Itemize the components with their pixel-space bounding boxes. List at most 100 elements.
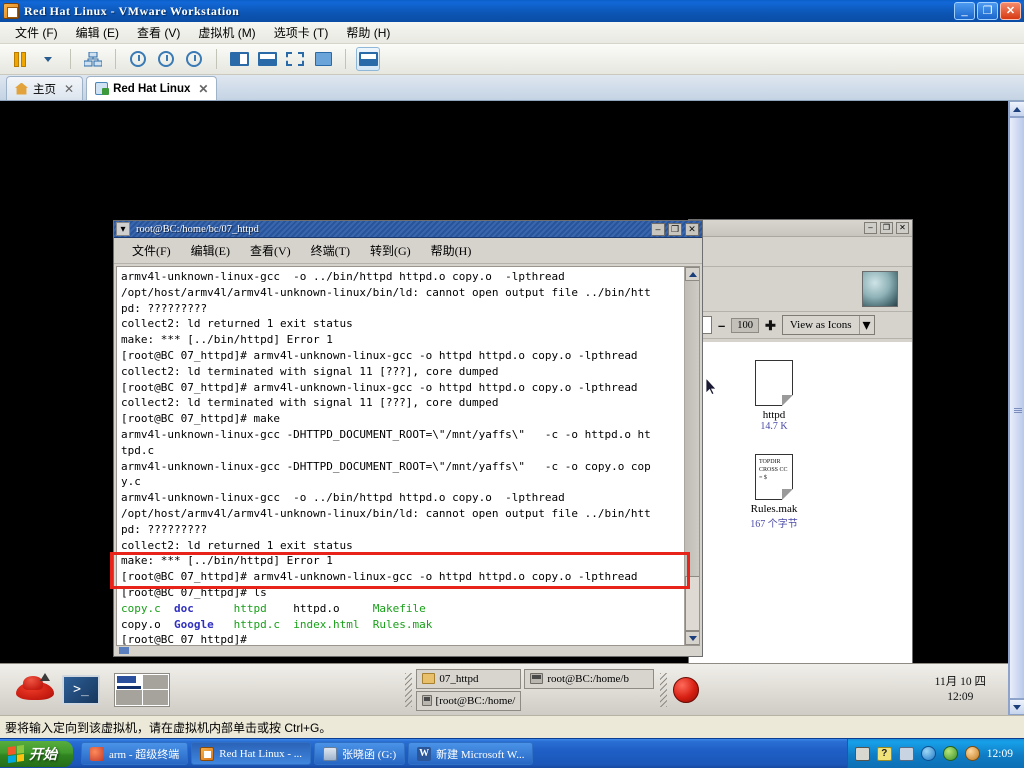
chevron-down-icon[interactable]: ▾ bbox=[858, 316, 874, 334]
help-icon[interactable]: ? bbox=[876, 746, 892, 761]
terminal-menu-view[interactable]: 查看(V) bbox=[240, 240, 301, 261]
network-icon[interactable] bbox=[898, 746, 914, 761]
gnome-panel: >_ 07_httpd root@BC:/home/b [root@BC:/ho… bbox=[0, 663, 1008, 715]
menu-tabs[interactable]: 选项卡 (T) bbox=[265, 22, 338, 43]
messenger-icon[interactable] bbox=[964, 746, 980, 761]
suspend-button[interactable] bbox=[8, 47, 32, 71]
fm-close-button[interactable]: ✕ bbox=[896, 222, 909, 234]
console-toggle-button[interactable] bbox=[356, 47, 380, 71]
terminal-maximize-button[interactable]: ❐ bbox=[668, 222, 682, 236]
take-snapshot-button[interactable] bbox=[126, 47, 150, 71]
show-console-view-button[interactable] bbox=[255, 47, 279, 71]
terminal-line: tpd.c bbox=[121, 443, 155, 457]
menu-vm[interactable]: 虚拟机 (M) bbox=[189, 22, 264, 43]
close-button[interactable]: ✕ bbox=[1000, 2, 1021, 20]
terminal-scrollbar[interactable] bbox=[684, 267, 699, 645]
revert-snapshot-button[interactable] bbox=[154, 47, 178, 71]
menu-edit[interactable]: 编辑 (E) bbox=[67, 22, 128, 43]
terminal-scroll-down-button[interactable] bbox=[685, 631, 699, 645]
taskbar-item-vmware[interactable]: Red Hat Linux - ... bbox=[191, 742, 312, 765]
zoom-in-button[interactable]: ✚ bbox=[765, 319, 776, 332]
terminal-line: [root@BC 07_httpd]# armv4l-unknown-linux… bbox=[121, 380, 638, 394]
power-dropdown-button[interactable] bbox=[36, 47, 60, 71]
taskbar-item-word[interactable]: W 新建 Microsoft W... bbox=[408, 742, 534, 765]
terminal-resize-grip[interactable] bbox=[119, 647, 129, 654]
minimize-button[interactable]: _ bbox=[954, 2, 975, 20]
zoom-out-button[interactable]: – bbox=[718, 319, 725, 332]
vm-guest-screen[interactable]: – ❐ ✕ – 100 ✚ View as Icons ▾ httpd 14.7… bbox=[0, 101, 1008, 715]
terminal-launcher-button[interactable]: >_ bbox=[62, 674, 100, 705]
workspace-1[interactable] bbox=[116, 674, 142, 689]
terminal-icon bbox=[530, 673, 544, 684]
terminal-close-button[interactable]: ✕ bbox=[685, 222, 699, 236]
ls-entry: Rules.mak bbox=[372, 617, 433, 631]
terminal-scroll-up-button[interactable] bbox=[685, 267, 699, 281]
mouse-cursor bbox=[706, 378, 717, 395]
tab-redhat-close-icon[interactable]: ✕ bbox=[198, 82, 208, 96]
fm-minimize-button[interactable]: – bbox=[864, 222, 877, 234]
terminal-window-footer bbox=[116, 646, 700, 655]
unity-button[interactable] bbox=[311, 47, 335, 71]
terminal-menu-edit[interactable]: 编辑(E) bbox=[181, 240, 240, 261]
volume-icon[interactable] bbox=[942, 746, 958, 761]
terminal-line: /opt/host/armv4l/armv4l-unknown-linux/bi… bbox=[121, 285, 651, 299]
window-item-root-home-b[interactable]: root@BC:/home/b bbox=[524, 668, 655, 689]
workspace-4[interactable] bbox=[142, 690, 168, 705]
taskbar-clock[interactable]: 12:09 bbox=[987, 748, 1017, 760]
file-item-rules-mak[interactable]: TOPDIR CROSS CC = $ Rules.mak 167 个字节 bbox=[731, 454, 817, 530]
restore-button[interactable]: ❐ bbox=[977, 2, 998, 20]
fm-maximize-button[interactable]: ❐ bbox=[880, 222, 893, 234]
terminal-menu-terminal[interactable]: 终端(T) bbox=[301, 240, 360, 261]
gnome-clock[interactable]: 11月 10 四 12:09 bbox=[935, 675, 986, 705]
snapshot-options-button[interactable] bbox=[182, 47, 206, 71]
ls-entry: copy.c bbox=[121, 601, 161, 615]
vm-view-scrollbar[interactable] bbox=[1008, 101, 1024, 715]
menu-help[interactable]: 帮助 (H) bbox=[337, 22, 399, 43]
taskbar-item-hyperterminal[interactable]: arm - 超级终端 bbox=[81, 742, 189, 765]
taskbar-item-drive[interactable]: 张晓函 (G:) bbox=[314, 742, 406, 765]
keyboard-icon[interactable] bbox=[854, 746, 870, 761]
terminal-menu-go[interactable]: 转到(G) bbox=[360, 240, 421, 261]
tab-redhat-linux[interactable]: Red Hat Linux ✕ bbox=[86, 76, 218, 100]
fullscreen-button[interactable] bbox=[283, 47, 307, 71]
menu-file[interactable]: 文件 (F) bbox=[6, 22, 67, 43]
terminal-body[interactable]: armv4l-unknown-linux-gcc -o ../bin/httpd… bbox=[116, 266, 700, 646]
terminal-scroll-thumb[interactable] bbox=[685, 576, 699, 631]
file-manager-view-controls: – 100 ✚ View as Icons ▾ bbox=[689, 312, 912, 339]
menu-view[interactable]: 查看 (V) bbox=[128, 22, 189, 43]
tab-home-close-icon[interactable]: ✕ bbox=[64, 82, 74, 96]
window-item-root-home[interactable]: [root@BC:/home/ bbox=[416, 690, 522, 711]
file-manager-icon-view[interactable]: httpd 14.7 K TOPDIR CROSS CC = $ Rules.m… bbox=[689, 342, 912, 715]
security-shield-icon[interactable] bbox=[920, 746, 936, 761]
workspace-switcher[interactable] bbox=[114, 672, 170, 707]
vm-scroll-up-button[interactable] bbox=[1009, 101, 1024, 117]
workspace-3[interactable] bbox=[116, 690, 142, 705]
terminal-line: armv4l-unknown-linux-gcc -o ../bin/httpd… bbox=[121, 270, 565, 283]
close-icon: ✕ bbox=[1005, 4, 1016, 17]
vm-scroll-thumb[interactable] bbox=[1009, 117, 1024, 699]
panel-divider-2[interactable] bbox=[660, 672, 668, 707]
redhat-menu-button[interactable] bbox=[14, 672, 56, 707]
vm-scroll-down-button[interactable] bbox=[1009, 699, 1024, 715]
workspace-2[interactable] bbox=[142, 674, 168, 689]
terminal-output[interactable]: armv4l-unknown-linux-gcc -o ../bin/httpd… bbox=[117, 267, 684, 645]
terminal-line: y.c bbox=[121, 475, 141, 489]
snapshot-manager-icon bbox=[84, 51, 102, 66]
terminal-minimize-button[interactable]: – bbox=[651, 222, 665, 236]
file-manager-window[interactable]: – ❐ ✕ – 100 ✚ View as Icons ▾ httpd 14.7… bbox=[688, 219, 913, 715]
terminal-menu-file[interactable]: 文件(F) bbox=[122, 240, 181, 261]
terminal-menu-help[interactable]: 帮助(H) bbox=[421, 240, 482, 261]
panel-divider[interactable] bbox=[405, 672, 413, 707]
minimize-icon: _ bbox=[961, 4, 968, 17]
start-button[interactable]: 开始 bbox=[0, 740, 73, 767]
terminal-window[interactable]: ▾ root@BC:/home/bc/07_httpd – ❐ ✕ 文件(F) … bbox=[113, 220, 703, 657]
terminal-line: [root@BC 07_httpd]# armv4l-unknown-linux… bbox=[121, 570, 638, 584]
manage-snapshots-button[interactable] bbox=[81, 47, 105, 71]
window-item-07-httpd[interactable]: 07_httpd bbox=[416, 668, 522, 689]
tab-home[interactable]: 主页 ✕ bbox=[6, 76, 84, 100]
shutdown-button[interactable] bbox=[673, 676, 700, 703]
file-item-httpd[interactable]: httpd 14.7 K bbox=[731, 360, 817, 432]
show-sidebar-button[interactable] bbox=[227, 47, 251, 71]
view-mode-select[interactable]: View as Icons ▾ bbox=[781, 315, 875, 335]
window-menu-icon[interactable]: ▾ bbox=[116, 222, 130, 236]
